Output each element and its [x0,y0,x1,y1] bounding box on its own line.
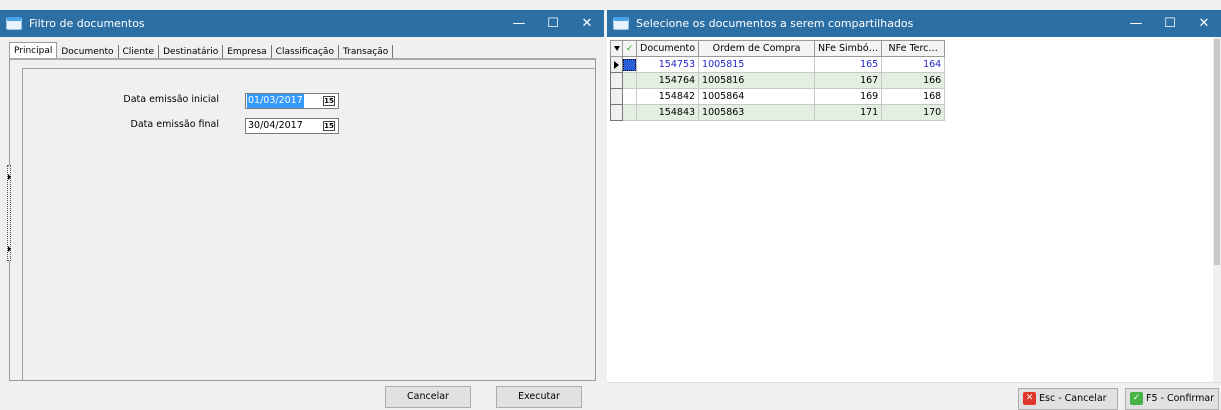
cell-ordem[interactable]: 1005816 [698,72,816,89]
scrollbar-thumb[interactable] [1214,39,1220,265]
cell-nfe-terc[interactable]: 166 [881,72,946,89]
cell-documento[interactable]: 154843 [635,104,700,121]
row-checkbox[interactable] [622,88,637,105]
current-row-pointer-icon [614,60,619,69]
start-date-value: 01/03/2017 [247,94,304,108]
select-documents-window: Selecione os documentos a serem comparti… [607,10,1221,410]
checkbox-focus-icon [623,58,636,71]
start-date-label: Data emissão inicial [123,94,219,105]
maximize-button[interactable]: ☐ [1153,10,1187,37]
expand-arrow-icon [8,246,11,252]
execute-button[interactable]: Executar [496,386,582,408]
column-header-ordem-de-compra[interactable]: Ordem de Compra [698,40,816,57]
close-button[interactable]: ✕ [570,10,604,37]
row-indicator[interactable] [610,56,623,73]
cancel-button[interactable]: Cancelar [385,386,471,408]
check-column-header[interactable]: ✓ [622,40,637,57]
filter-tabs: Principal Documento Cliente Destinatário… [9,40,594,60]
maximize-button[interactable]: ☐ [536,10,570,37]
panel-splitter-handle[interactable] [7,165,11,261]
cell-documento[interactable]: 154764 [635,72,700,89]
table-row[interactable]: 154843 1005863 171 170 [610,104,946,121]
cell-ordem[interactable]: 1005864 [698,88,816,105]
select-window-titlebar[interactable]: Selecione os documentos a serem comparti… [607,10,1221,37]
start-date-field[interactable]: 01/03/2017 15 [245,93,339,109]
confirm-check-icon: ✓ [1130,392,1143,405]
cell-nfe-terc[interactable]: 164 [881,56,946,73]
cell-nfe-simb[interactable]: 167 [814,72,883,89]
minimize-button[interactable]: — [1119,10,1153,37]
table-row[interactable]: 154842 1005864 169 168 [610,88,946,105]
minimize-button[interactable]: — [502,10,536,37]
f5-confirm-button[interactable]: ✓ F5 - Confirmar [1125,388,1219,410]
end-date-value: 30/04/2017 [248,120,303,131]
tab-panel-frame: Data emissão inicial 01/03/2017 15 Data … [22,68,595,380]
select-window-title: Selecione os documentos a serem comparti… [636,17,914,30]
cell-ordem[interactable]: 1005815 [698,56,816,73]
filter-button-bar: Cancelar Executar [0,382,604,410]
grid-menu-button[interactable] [610,40,623,57]
close-button[interactable]: ✕ [1187,10,1221,37]
esc-cancel-label: Esc - Cancelar [1039,393,1107,404]
row-indicator[interactable] [610,88,623,105]
cell-ordem[interactable]: 1005863 [698,104,816,121]
row-checkbox[interactable] [622,104,637,121]
filter-window: Filtro de documentos — ☐ ✕ Principal Doc… [0,10,604,410]
filter-window-title: Filtro de documentos [29,17,145,30]
expand-arrow-icon [8,174,11,180]
window-app-icon [613,17,629,30]
cell-documento[interactable]: 154842 [635,88,700,105]
row-checkbox[interactable] [622,72,637,89]
f5-confirm-label: F5 - Confirmar [1146,393,1215,404]
documents-grid: ✓ Documento Ordem de Compra NFe Simbó… N… [610,40,946,121]
cell-nfe-simb[interactable]: 169 [814,88,883,105]
chevron-down-icon [613,46,620,51]
table-row[interactable]: 154764 1005816 167 166 [610,72,946,89]
end-date-label: Data emissão final [130,119,219,130]
cell-documento[interactable]: 154753 [635,56,700,73]
select-button-bar: ✕ Esc - Cancelar ✓ F5 - Confirmar [607,382,1221,410]
row-checkbox[interactable] [622,56,637,73]
row-indicator[interactable] [610,104,623,121]
table-row[interactable]: 154753 1005815 165 164 [610,56,946,73]
column-header-nfe-terceiro[interactable]: NFe Terc… [881,40,946,57]
esc-cancel-button[interactable]: ✕ Esc - Cancelar [1018,388,1118,410]
cell-nfe-terc[interactable]: 170 [881,104,946,121]
vertical-scrollbar[interactable] [1213,37,1221,382]
grid-header-row: ✓ Documento Ordem de Compra NFe Simbó… N… [610,40,946,57]
end-date-field[interactable]: 30/04/2017 15 [245,118,339,134]
tab-panel-principal: Data emissão inicial 01/03/2017 15 Data … [9,58,596,381]
cell-nfe-simb[interactable]: 171 [814,104,883,121]
filter-window-titlebar[interactable]: Filtro de documentos — ☐ ✕ [0,10,604,37]
cell-nfe-simb[interactable]: 165 [814,56,883,73]
window-app-icon [6,17,22,30]
column-header-nfe-simbolica[interactable]: NFe Simbó… [814,40,883,57]
column-header-documento[interactable]: Documento [635,40,700,57]
calendar-icon[interactable]: 15 [323,121,335,131]
cancel-x-icon: ✕ [1023,392,1036,405]
cell-nfe-terc[interactable]: 168 [881,88,946,105]
row-indicator[interactable] [610,72,623,89]
calendar-icon[interactable]: 15 [323,96,335,106]
